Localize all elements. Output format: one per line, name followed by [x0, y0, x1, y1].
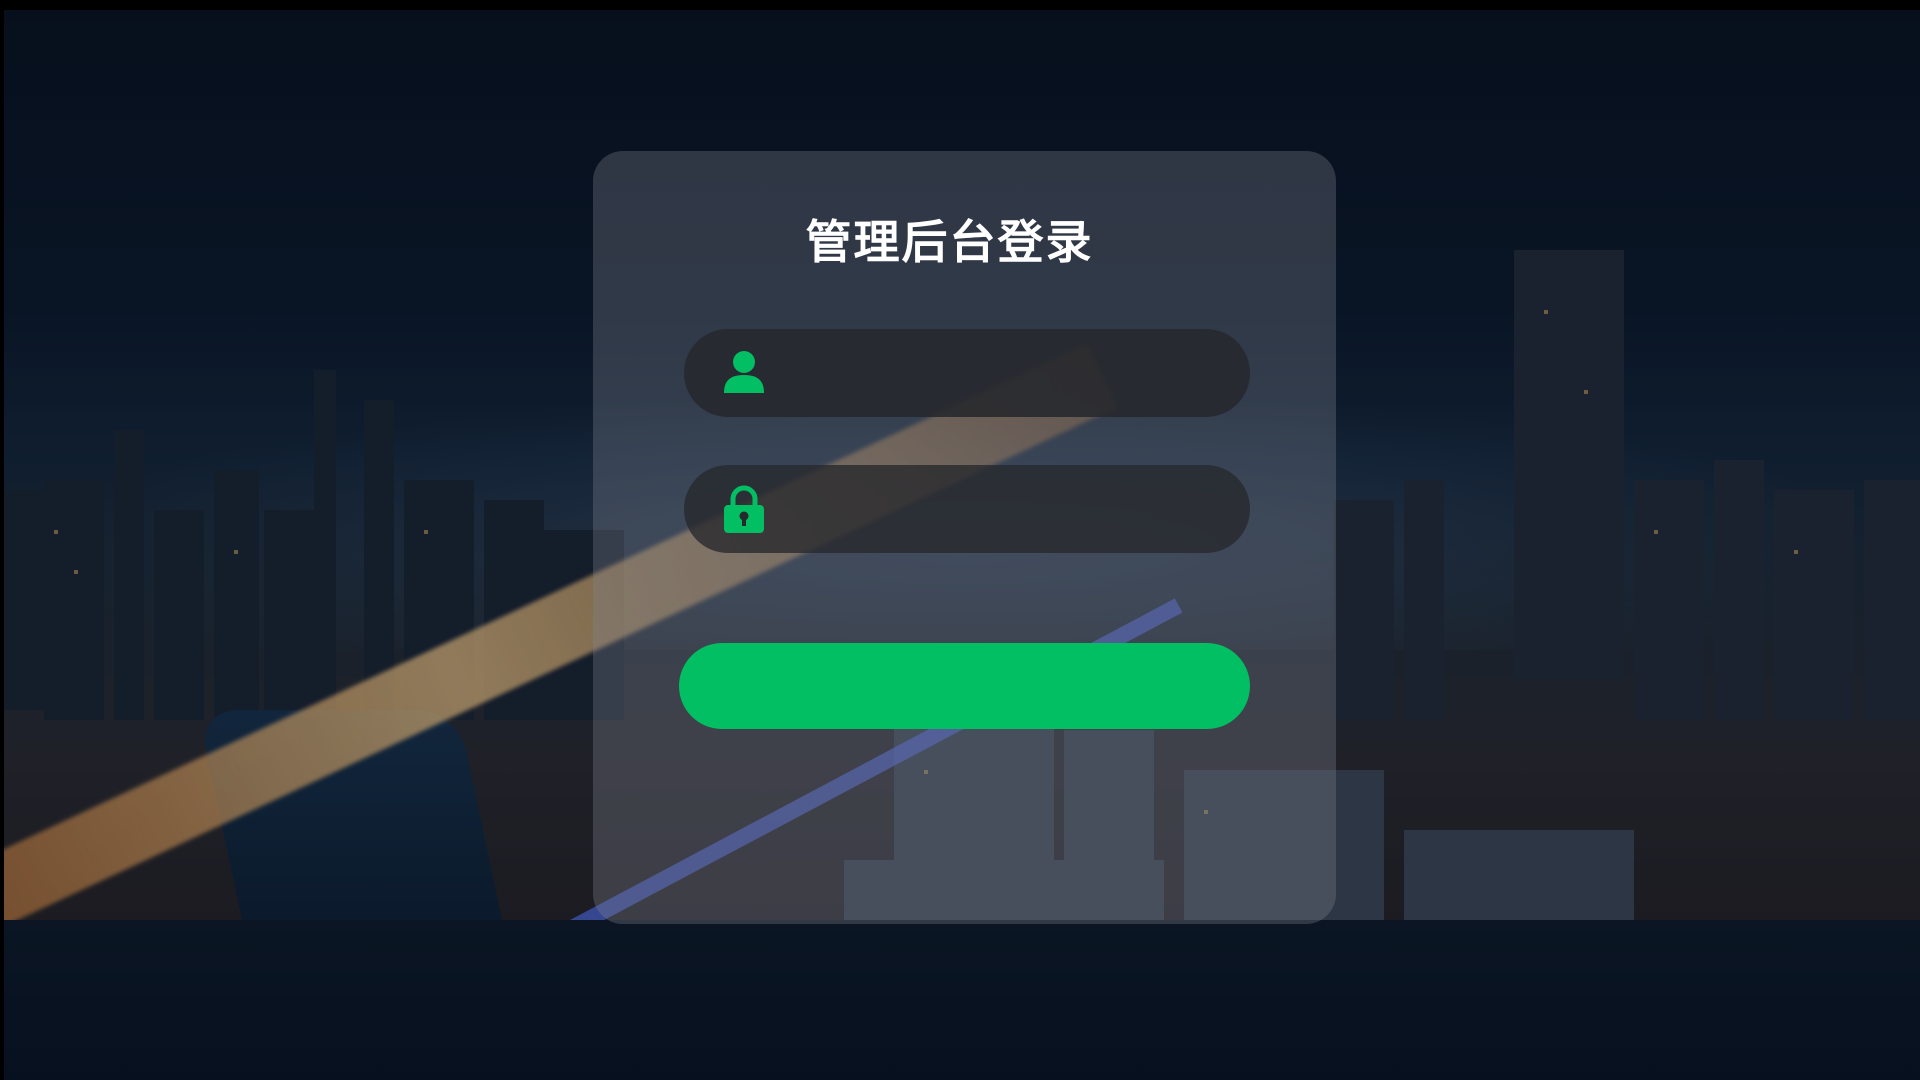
password-input[interactable] [784, 465, 1224, 553]
login-button[interactable] [679, 643, 1250, 729]
user-icon [724, 351, 764, 393]
login-panel: 管理后台登录 [593, 151, 1336, 924]
login-title: 管理后台登录 [805, 215, 1094, 269]
password-field[interactable] [684, 465, 1250, 553]
username-field[interactable] [684, 329, 1250, 417]
username-input[interactable] [784, 329, 1224, 417]
lock-icon [724, 485, 764, 533]
background-city-image: 管理后台登录 [4, 10, 1920, 1080]
